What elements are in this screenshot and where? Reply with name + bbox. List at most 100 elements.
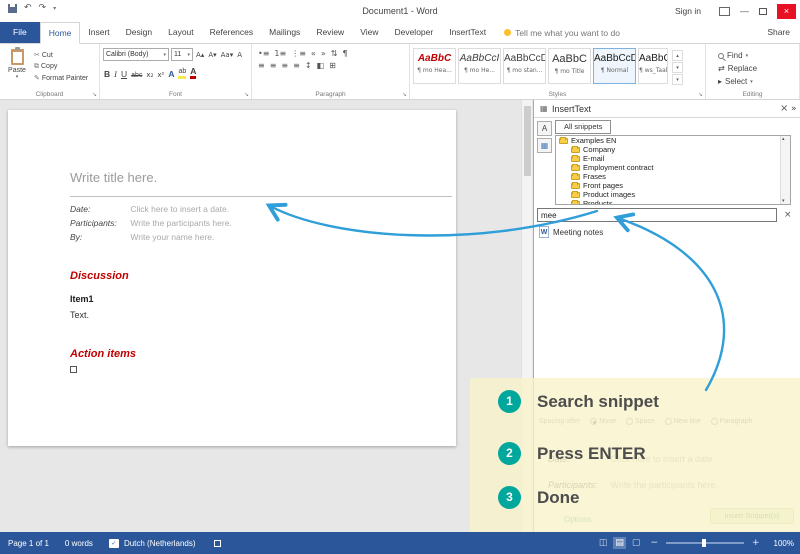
zoom-level[interactable]: 100% xyxy=(774,539,794,548)
tab-mailings[interactable]: Mailings xyxy=(261,22,308,43)
date-field[interactable]: Date: Click here to insert a date. xyxy=(70,204,229,214)
scrollbar-thumb[interactable] xyxy=(524,106,531,176)
clipboard-dialog-launcher[interactable]: ↘ xyxy=(92,91,97,98)
tab-home[interactable]: Home xyxy=(39,22,81,44)
sign-in-link[interactable]: Sign in xyxy=(675,6,701,16)
italic-button[interactable]: I xyxy=(114,69,117,79)
tab-file[interactable]: File xyxy=(0,22,40,43)
zoom-in-button[interactable]: + xyxy=(752,538,760,548)
change-case-icon[interactable]: Aa▾ xyxy=(220,51,235,59)
sort-button[interactable]: ⇅ xyxy=(331,49,338,58)
align-right-button[interactable]: ≡ xyxy=(281,61,288,70)
ribbon-display-options-icon[interactable] xyxy=(719,6,730,16)
underline-button[interactable]: U xyxy=(121,69,127,79)
gallery-up-icon[interactable]: ▴ xyxy=(672,50,683,61)
justify-button[interactable]: ≡ xyxy=(293,61,300,70)
zoom-out-button[interactable]: − xyxy=(650,538,658,548)
tree-item[interactable]: Product images xyxy=(556,190,790,199)
clear-search-icon[interactable]: × xyxy=(784,210,792,220)
highlight-button[interactable]: ab xyxy=(178,67,187,79)
tree-root-item[interactable]: Examples EN xyxy=(556,136,790,145)
read-mode-icon[interactable]: ◫ xyxy=(597,537,610,549)
zoom-slider-thumb[interactable] xyxy=(701,539,706,547)
borders-button[interactable]: ⊞ xyxy=(329,61,336,70)
text-snippets-rail-button[interactable]: A xyxy=(537,121,552,136)
minimize-button[interactable]: — xyxy=(740,6,749,16)
numbering-button[interactable]: 1≡ xyxy=(274,49,286,58)
zoom-slider[interactable] xyxy=(665,539,744,547)
tab-inserttext[interactable]: InsertText xyxy=(441,22,494,43)
tree-item[interactable]: Company xyxy=(556,145,790,154)
tab-review[interactable]: Review xyxy=(308,22,352,43)
tab-insert[interactable]: Insert xyxy=(80,22,117,43)
superscript-button[interactable]: x² xyxy=(157,71,164,79)
replace-button[interactable]: ⇄ Replace xyxy=(718,64,797,73)
decrease-indent-button[interactable]: « xyxy=(311,49,316,58)
style-item[interactable]: AaBbCcI ¶ mo He... xyxy=(458,48,501,84)
strikethrough-button[interactable]: abc xyxy=(131,72,142,79)
tree-item[interactable]: Front pages xyxy=(556,181,790,190)
line-spacing-button[interactable]: ↕ xyxy=(305,61,312,70)
font-family-combo[interactable]: Calibri (Body) ▾ xyxy=(103,48,169,61)
text-effects-button[interactable]: A xyxy=(168,69,174,79)
participants-placeholder[interactable]: Write the participants here. xyxy=(130,218,231,228)
gallery-more-icon[interactable]: ▾ xyxy=(672,74,683,85)
tree-item[interactable]: Frases xyxy=(556,172,790,181)
style-item-selected[interactable]: AaBbCcDc ¶ Normal xyxy=(593,48,636,84)
find-button[interactable]: Find ▾ xyxy=(718,51,797,60)
close-button[interactable]: × xyxy=(777,3,796,19)
scroll-down-icon[interactable]: ▾ xyxy=(782,198,785,204)
language-indicator[interactable]: Dutch (Netherlands) xyxy=(124,539,196,548)
snippet-search-input[interactable] xyxy=(537,208,777,222)
shading-button[interactable]: ◧ xyxy=(317,61,325,70)
scroll-up-icon[interactable]: ▴ xyxy=(782,136,785,142)
pane-close-icon[interactable]: × xyxy=(780,103,788,114)
restore-button[interactable] xyxy=(759,7,767,15)
macro-record-icon[interactable] xyxy=(213,539,221,547)
font-color-button[interactable]: A xyxy=(190,66,197,79)
date-placeholder[interactable]: Click here to insert a date. xyxy=(130,204,229,214)
print-layout-icon[interactable]: ▤ xyxy=(613,537,626,549)
grow-font-icon[interactable]: A▴ xyxy=(195,51,205,59)
search-result-item[interactable]: W Meeting notes xyxy=(539,226,603,238)
by-placeholder[interactable]: Write your name here. xyxy=(130,232,214,242)
tab-view[interactable]: View xyxy=(352,22,386,43)
style-item[interactable]: AaBbCcDd ¶ mo stan... xyxy=(503,48,546,84)
page-indicator[interactable]: Page 1 of 1 xyxy=(8,539,49,548)
tree-item[interactable]: Products xyxy=(556,199,790,204)
cut-button[interactable]: ✂ Cut xyxy=(34,51,88,59)
tab-developer[interactable]: Developer xyxy=(386,22,441,43)
all-snippets-tab[interactable]: All snippets xyxy=(555,120,612,134)
tab-references[interactable]: References xyxy=(202,22,261,43)
show-paragraph-marks-button[interactable]: ¶ xyxy=(342,49,347,58)
shrink-font-icon[interactable]: A▾ xyxy=(207,51,217,59)
checkbox[interactable] xyxy=(70,366,77,373)
share-button[interactable]: Share xyxy=(757,22,800,43)
pane-chevrons-icon[interactable]: » xyxy=(791,104,797,114)
paragraph-dialog-launcher[interactable]: ↘ xyxy=(402,91,407,98)
tree-item[interactable]: Employment contract xyxy=(556,163,790,172)
style-item[interactable]: AaBbC ¶ mo Title xyxy=(548,48,591,84)
style-item[interactable]: AaBbC ¶ mo Hea... xyxy=(413,48,456,84)
increase-indent-button[interactable]: » xyxy=(321,49,326,58)
paste-button[interactable]: Paste ▾ xyxy=(2,46,32,82)
select-button[interactable]: ▸ Select ▾ xyxy=(718,77,797,86)
style-item[interactable]: AaBbCcDc ¶ ws_Taak... xyxy=(638,48,668,84)
word-count[interactable]: 0 words xyxy=(65,539,93,548)
tab-layout[interactable]: Layout xyxy=(160,22,202,43)
subscript-button[interactable]: x₂ xyxy=(146,71,153,79)
title-placeholder[interactable]: Write title here. xyxy=(70,170,157,185)
tab-design[interactable]: Design xyxy=(118,22,160,43)
font-dialog-launcher[interactable]: ↘ xyxy=(244,91,249,98)
styles-dialog-launcher[interactable]: ↘ xyxy=(698,91,703,98)
tell-me-box[interactable]: Tell me what you want to do xyxy=(504,22,620,43)
web-layout-icon[interactable]: ▢ xyxy=(630,537,643,549)
multilevel-list-button[interactable]: ⋮≡ xyxy=(291,49,306,58)
copy-button[interactable]: ⧉ Copy xyxy=(34,62,88,71)
gallery-down-icon[interactable]: ▾ xyxy=(672,62,683,73)
participants-field[interactable]: Participants: Write the participants her… xyxy=(70,218,232,228)
format-painter-button[interactable]: ✎ Format Painter xyxy=(34,74,88,82)
tree-item[interactable]: E-mail xyxy=(556,154,790,163)
bold-button[interactable]: B xyxy=(104,69,110,79)
document-page[interactable]: Write title here. Date: Click here to in… xyxy=(8,110,456,446)
